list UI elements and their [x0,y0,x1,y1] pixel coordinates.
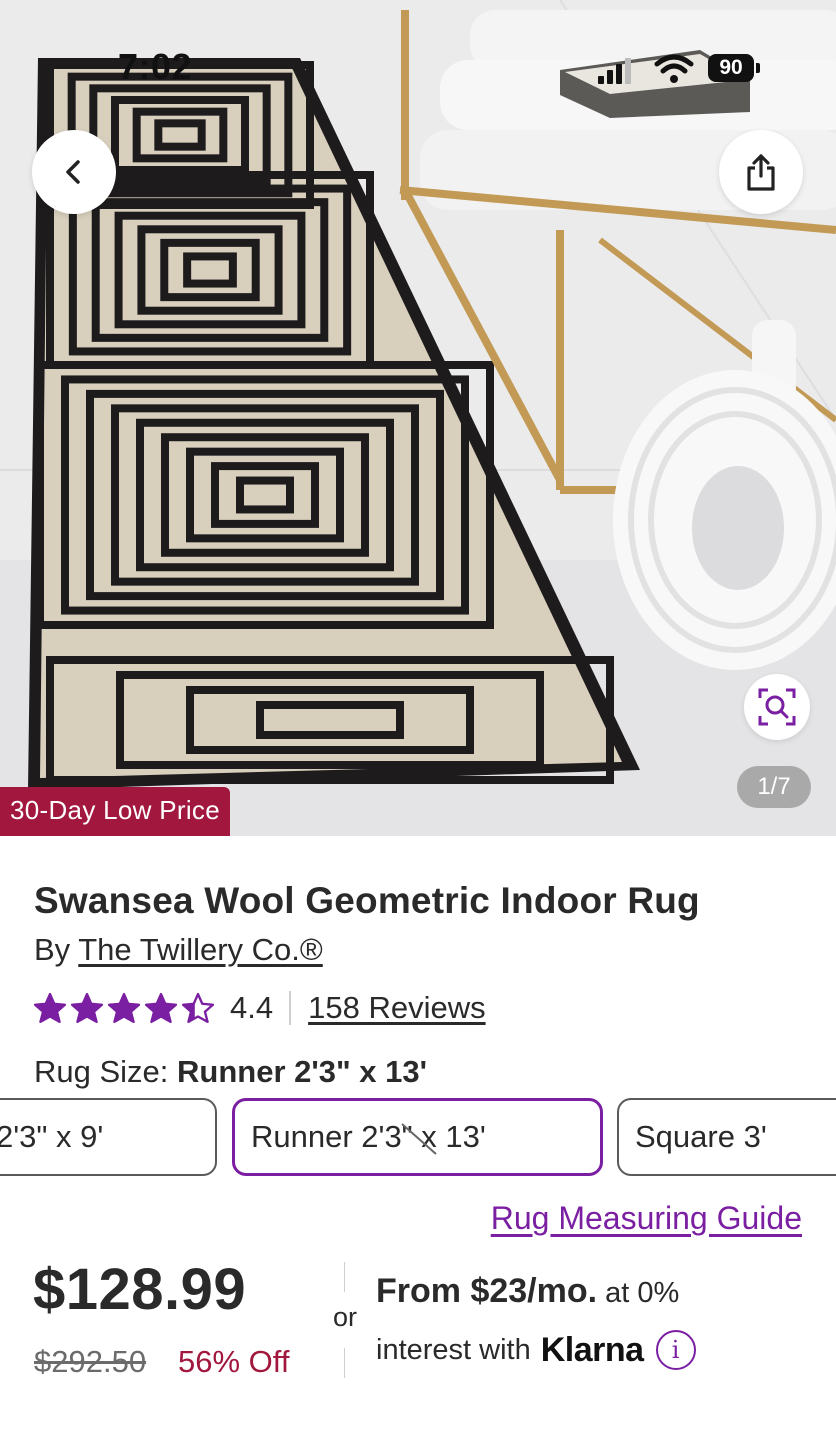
battery-tip [756,63,760,73]
rating-row: 4.4 158 Reviews [34,988,486,1028]
rating-divider [289,991,292,1025]
star-icon [108,992,140,1024]
was-price: $292.50 [34,1344,147,1379]
star-icon [34,992,66,1024]
star-rating [34,992,214,1024]
financing-rate: at 0% [605,1277,680,1309]
financing-text: interest with [376,1333,531,1366]
rug-measuring-guide-link[interactable]: Rug Measuring Guide [491,1200,802,1237]
status-time: 7:02 [118,46,193,87]
low-price-badge: 30-Day Low Price [0,787,230,836]
star-icon [71,992,103,1024]
size-option[interactable]: 2'3" x 9' [0,1098,217,1176]
visual-search-icon [758,688,796,726]
status-icons: 90 [596,52,766,86]
star-icon [182,992,214,1024]
image-counter: 1/7 [737,766,811,808]
size-label-prefix: Rug Size: [34,1054,169,1089]
financing-line-2: interest with Klarna i [376,1330,696,1370]
info-icon[interactable]: i [655,1330,696,1370]
visual-search-button[interactable] [744,674,810,740]
battery-icon: 90 [708,54,754,82]
discount-percent: 56% Off [178,1344,290,1379]
size-option[interactable]: Square 3' [617,1098,836,1176]
financing-line-1: From $23/mo. at 0% [376,1272,679,1311]
separator-line [344,1262,345,1292]
by-prefix: By [34,932,71,967]
or-text: or [332,1302,357,1332]
klarna-logo: Klarna [540,1330,644,1369]
wifi-icon [654,54,694,83]
separator-line [344,1348,345,1378]
brand-line: By The Twillery Co.® [34,932,323,968]
current-price: $128.99 [33,1257,247,1322]
or-separator: or [330,1262,360,1378]
share-icon [747,154,775,191]
reviews-link[interactable]: 158 Reviews [308,990,485,1026]
unavailable-slash-icon [401,1123,437,1155]
brand-link[interactable]: The Twillery Co.® [78,932,323,967]
back-button[interactable] [32,130,116,214]
size-label: Rug Size: Runner 2'3" x 13' [34,1054,427,1090]
share-button[interactable] [719,130,803,214]
cellular-signal-icon [598,58,631,84]
rating-value: 4.4 [230,990,274,1025]
financing-amount: From $23/mo. [376,1272,598,1310]
status-bar: 7:02 90 [0,0,836,120]
star-icon [145,992,177,1024]
product-photo [0,0,836,836]
back-icon [66,160,80,184]
selected-size: Runner 2'3" x 13' [177,1054,428,1089]
product-title: Swansea Wool Geometric Indoor Rug [34,880,700,921]
product-image-gallery[interactable]: 7:02 90 1/7 30-Day Low Price [0,0,836,836]
